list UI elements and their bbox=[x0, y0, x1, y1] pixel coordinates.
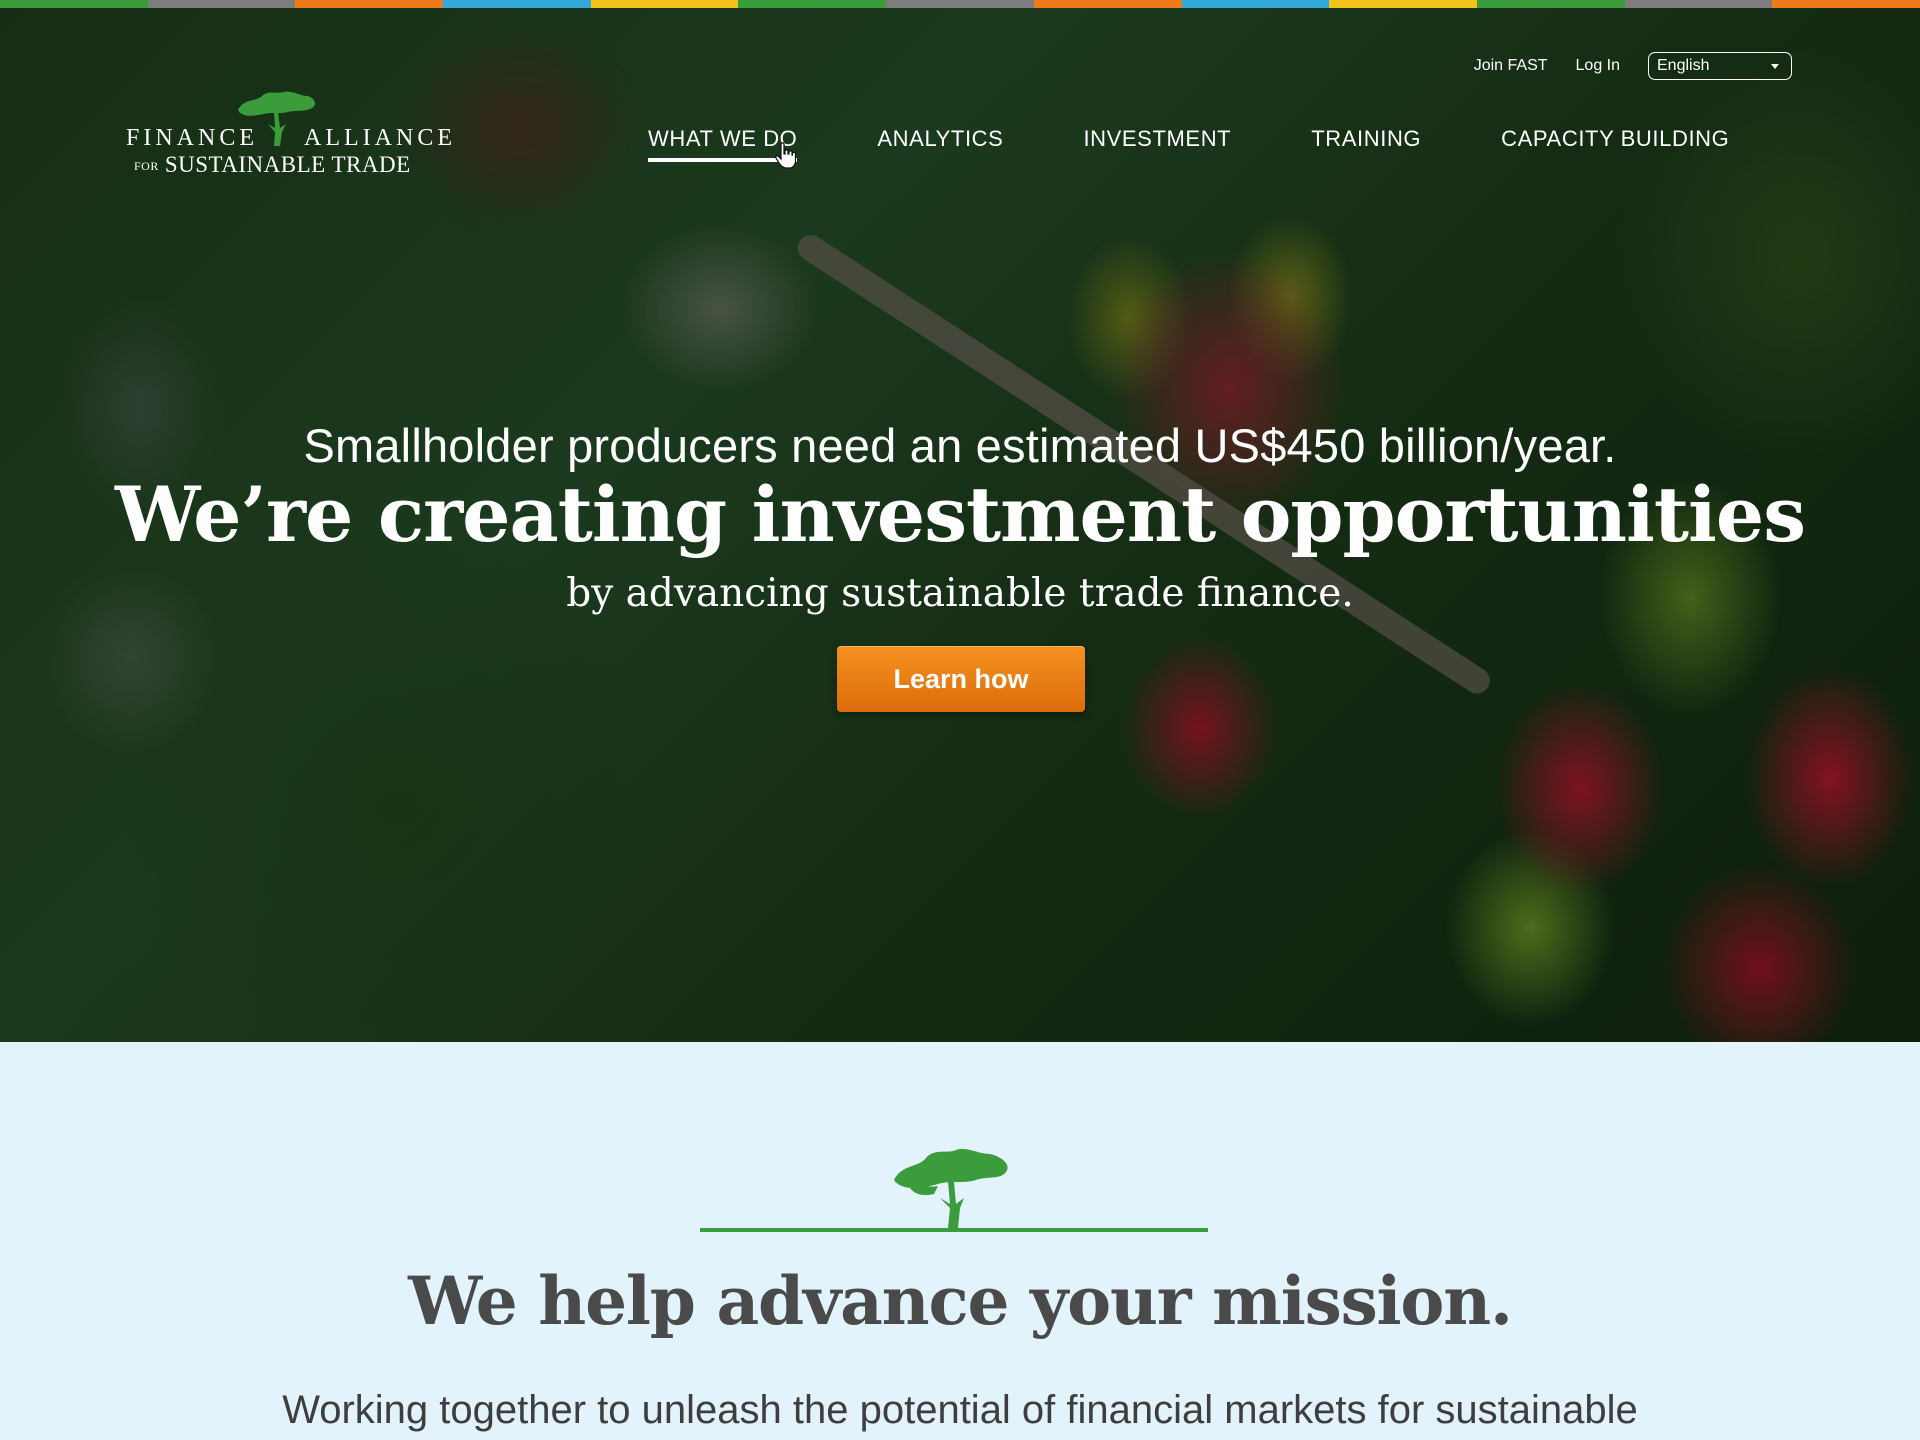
chevron-down-icon bbox=[1771, 63, 1779, 69]
color-segment bbox=[443, 0, 591, 8]
color-segment bbox=[147, 0, 296, 8]
top-color-bar bbox=[0, 0, 1920, 8]
main-nav: WHAT WE DO ANALYTICS INVESTMENT TRAINING… bbox=[648, 126, 1729, 169]
utility-bar: Join FAST Log In English bbox=[1474, 52, 1792, 80]
log-in-link[interactable]: Log In bbox=[1576, 57, 1620, 75]
hero-subline: Smallholder producers need an estimated … bbox=[303, 419, 1617, 472]
mission-text: Working together to unleash the potentia… bbox=[282, 1388, 1638, 1432]
nav-item-analytics[interactable]: ANALYTICS bbox=[877, 126, 1003, 162]
hero-copy: Smallholder producers need an estimated … bbox=[0, 418, 1920, 616]
logo-word-alliance: ALLIANCE bbox=[304, 125, 456, 151]
hero-headline: We’re creating investment opportunities bbox=[115, 470, 1806, 559]
color-segment bbox=[1329, 0, 1477, 8]
color-segment bbox=[590, 0, 739, 8]
nav-item-label: ANALYTICS bbox=[877, 126, 1004, 151]
color-segment bbox=[0, 0, 148, 8]
site-logo[interactable]: FINANCE ALLIANCE FOR SUSTAINABLE TRADE bbox=[126, 88, 456, 188]
mission-title: We help advance your mission. bbox=[408, 1262, 1513, 1340]
nav-item-label: INVESTMENT bbox=[1083, 126, 1232, 151]
pointer-hand-icon bbox=[775, 142, 797, 169]
color-segment bbox=[1181, 0, 1330, 8]
color-segment bbox=[738, 0, 887, 8]
color-segment bbox=[1476, 0, 1625, 8]
color-segment bbox=[1772, 0, 1920, 8]
nav-item-what-we-do[interactable]: WHAT WE DO bbox=[648, 126, 798, 169]
learn-how-button[interactable]: Learn how bbox=[837, 646, 1085, 712]
color-segment bbox=[1033, 0, 1182, 8]
nav-item-label: CAPACITY BUILDING bbox=[1501, 126, 1730, 151]
logo-line-sustainable-trade: SUSTAINABLE TRADE bbox=[164, 152, 411, 177]
color-segment bbox=[886, 0, 1034, 8]
language-select[interactable]: English bbox=[1648, 52, 1792, 80]
nav-item-label: TRAINING bbox=[1311, 126, 1422, 151]
mission-divider bbox=[700, 1228, 1208, 1232]
language-value: English bbox=[1657, 57, 1710, 74]
color-segment bbox=[295, 0, 444, 8]
join-fast-link[interactable]: Join FAST bbox=[1474, 57, 1548, 75]
logo-word-finance: FINANCE bbox=[126, 125, 259, 151]
acacia-tree-icon bbox=[894, 1148, 1008, 1228]
nav-item-investment[interactable]: INVESTMENT bbox=[1083, 126, 1231, 162]
nav-item-capacity-building[interactable]: CAPACITY BUILDING bbox=[1501, 126, 1729, 162]
logo-word-for: FOR bbox=[134, 159, 159, 173]
hero-subline-secondary: by advancing sustainable trade finance. bbox=[566, 570, 1354, 616]
nav-item-training[interactable]: TRAINING bbox=[1311, 126, 1421, 162]
hero-banner: FINANCE ALLIANCE FOR SUSTAINABLE TRADE Jo… bbox=[0, 8, 1920, 1042]
color-segment bbox=[1624, 0, 1773, 8]
